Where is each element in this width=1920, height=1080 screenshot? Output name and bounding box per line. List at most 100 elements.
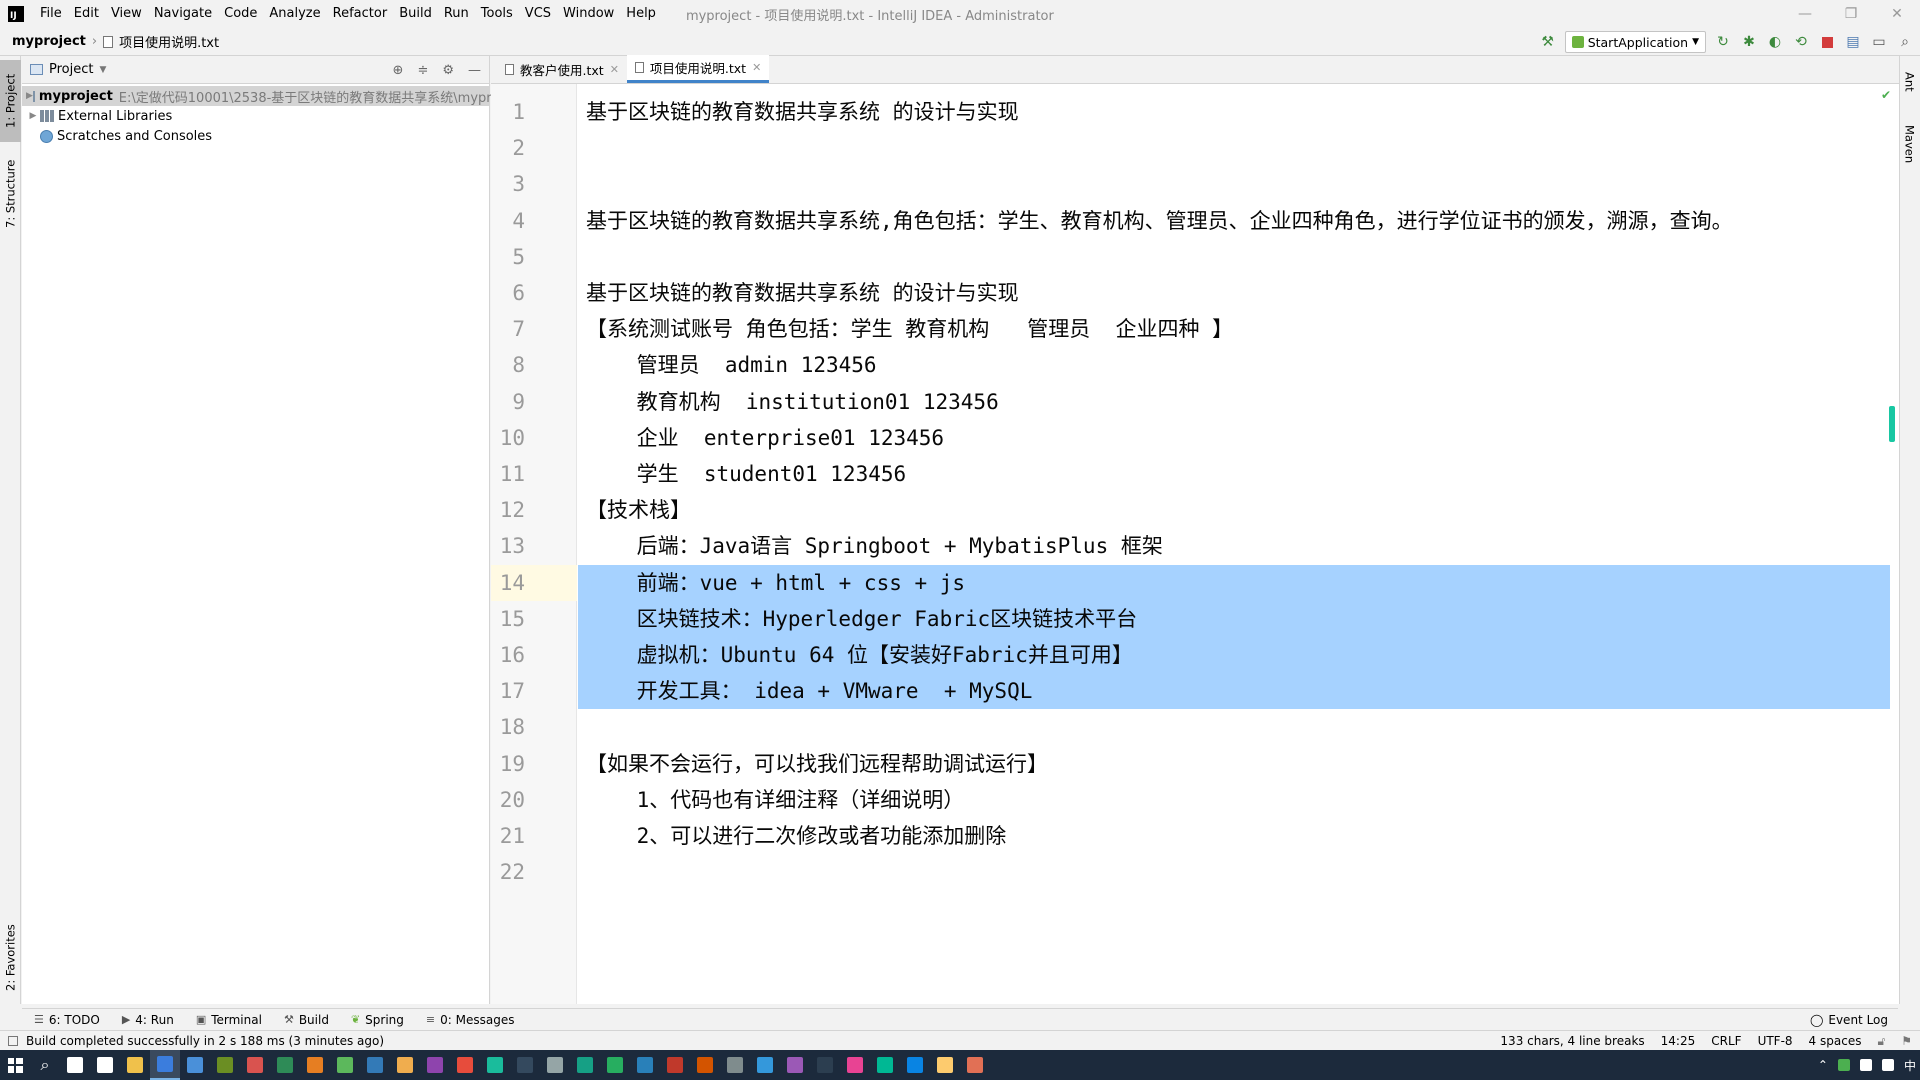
taskbar-app-icon[interactable] [780,1050,810,1080]
line-number[interactable]: 20 [491,782,525,818]
menu-build[interactable]: Build [393,0,438,28]
line-number[interactable]: 11 [491,456,525,492]
code-line[interactable]: 管理员 admin 123456 [578,347,1890,383]
taskbar-app-icon[interactable] [660,1050,690,1080]
line-number[interactable]: 17 [491,673,525,709]
taskbar-app-icon[interactable] [360,1050,390,1080]
taskbar-app-icon[interactable] [480,1050,510,1080]
close-window-button[interactable]: ✕ [1874,0,1920,28]
stop-icon[interactable] [1818,33,1836,51]
menu-navigate[interactable]: Navigate [148,0,218,28]
code-line[interactable] [578,239,1890,275]
taskbar-app-icon[interactable] [720,1050,750,1080]
locate-file-icon[interactable]: ⊕ [393,63,404,78]
line-number[interactable]: 22 [491,854,525,890]
code-line[interactable]: 2、可以进行二次修改或者功能添加删除 [578,818,1890,854]
taskbar-app-icon[interactable] [570,1050,600,1080]
indent-setting[interactable]: 4 spaces [1809,1034,1862,1048]
breadcrumb-file[interactable]: 项目使用说明.txt [119,32,219,51]
line-number[interactable]: 13 [491,528,525,564]
taskbar-app-icon[interactable] [600,1050,630,1080]
scrollbar-marker[interactable] [1889,406,1895,442]
code-line[interactable]: 开发工具： idea + VMware + MySQL [578,673,1890,710]
code-line[interactable] [578,166,1890,202]
line-number[interactable]: 15 [491,601,525,637]
menu-tools[interactable]: Tools [475,0,519,28]
line-number[interactable]: 8 [491,347,525,383]
taskbar-app-icon[interactable] [180,1050,210,1080]
line-separator[interactable]: CRLF [1711,1034,1741,1048]
line-number[interactable]: 12 [491,492,525,528]
tool-spring[interactable]: ❦ Spring [351,1013,404,1027]
tool-build[interactable]: ⚒ Build [284,1013,329,1027]
tab-project[interactable]: 1: Project [0,60,21,142]
gear-icon[interactable]: ⚙ [442,63,454,78]
restore-button[interactable]: ❐ [1828,0,1874,28]
menu-run[interactable]: Run [438,0,475,28]
line-number[interactable]: 19 [491,746,525,782]
code-line[interactable]: 后端：Java语言 Springboot + MybatisPlus 框架 [578,528,1890,564]
inspection-ok-icon[interactable]: ✔ [1881,88,1891,102]
menu-help[interactable]: Help [620,0,662,28]
code-line[interactable]: 基于区块链的教育数据共享系统,角色包括：学生、教育机构、管理员、企业四种角色，进… [578,203,1890,239]
menu-analyze[interactable]: Analyze [263,0,326,28]
close-tab-icon[interactable]: ✕ [752,61,761,74]
line-number[interactable]: 2 [491,130,525,166]
line-number[interactable]: 10 [491,420,525,456]
taskbar-app-icon[interactable] [330,1050,360,1080]
tray-network-icon[interactable] [1859,1059,1872,1071]
menu-view[interactable]: View [105,0,148,28]
taskbar-app-icon[interactable] [390,1050,420,1080]
debug-icon[interactable]: ✱ [1740,33,1758,51]
tab-teach-client[interactable]: 教客户使用.txt ✕ [497,56,627,83]
tool-event-log[interactable]: ◯ Event Log [1810,1009,1888,1031]
code-line[interactable]: 基于区块链的教育数据共享系统 的设计与实现 [578,275,1890,311]
taskbar-app-icon[interactable] [870,1050,900,1080]
code-line[interactable] [578,130,1890,166]
code-line[interactable] [578,854,1890,890]
code-line[interactable]: 企业 enterprise01 123456 [578,420,1890,456]
line-number[interactable]: 9 [491,384,525,420]
taskbar-app-icon[interactable] [510,1050,540,1080]
line-number[interactable]: 14 [491,565,525,601]
code-line[interactable]: 教育机构 institution01 123456 [578,384,1890,420]
menu-code[interactable]: Code [218,0,263,28]
start-button[interactable] [0,1050,30,1080]
code-line[interactable]: 前端：vue + html + css + js [578,564,1890,601]
code-line[interactable]: 区块链技术：Hyperledger Fabric区块链技术平台 [578,600,1890,637]
menu-refactor[interactable]: Refactor [327,0,394,28]
taskbar-search-icon[interactable]: ⌕ [30,1050,60,1080]
layout-icon[interactable]: ▭ [1870,33,1888,51]
breadcrumb-project[interactable]: myproject [12,34,86,49]
taskbar-app-icon[interactable] [270,1050,300,1080]
project-structure-icon[interactable]: ▤ [1844,33,1862,51]
taskbar-app-icon[interactable] [210,1050,240,1080]
collapse-all-icon[interactable]: ≑ [417,63,428,78]
taskbar-app-icon[interactable] [120,1050,150,1080]
taskbar-app-icon[interactable] [240,1050,270,1080]
taskbar-app-icon[interactable] [300,1050,330,1080]
taskbar-app-icon[interactable] [900,1050,930,1080]
coverage-icon[interactable]: ◐ [1766,33,1784,51]
taskbar-app-icon[interactable] [420,1050,450,1080]
menu-vcs[interactable]: VCS [519,0,557,28]
code-line[interactable]: 1、代码也有详细注释（详细说明） [578,782,1890,818]
taskbar-app-icon[interactable] [60,1050,90,1080]
tree-item-myproject[interactable]: ▶ myproject E:\定做代码10001\2538-基于区块链的教育数据… [22,86,523,106]
rerun-icon[interactable]: ↻ [1714,33,1732,51]
code-text-area[interactable]: 基于区块链的教育数据共享系统 的设计与实现 基于区块链的教育数据共享系统,角色包括… [578,84,1890,1004]
line-number[interactable]: 5 [491,239,525,275]
menu-file[interactable]: File [34,0,68,28]
menu-window[interactable]: Window [557,0,620,28]
taskbar-app-icon[interactable] [630,1050,660,1080]
tray-volume-icon[interactable] [1881,1059,1894,1071]
caret-position[interactable]: 14:25 [1661,1034,1696,1048]
tray-app-icon[interactable] [1837,1059,1850,1071]
code-line[interactable]: 基于区块链的教育数据共享系统 的设计与实现 [578,94,1890,130]
line-number[interactable]: 7 [491,311,525,347]
tab-project-readme[interactable]: 项目使用说明.txt ✕ [626,55,770,83]
tab-maven[interactable]: Maven [1899,116,1920,172]
code-line[interactable] [578,709,1890,745]
profile-icon[interactable]: ⟲ [1792,33,1810,51]
expand-arrow-icon[interactable]: ▶ [26,91,33,101]
